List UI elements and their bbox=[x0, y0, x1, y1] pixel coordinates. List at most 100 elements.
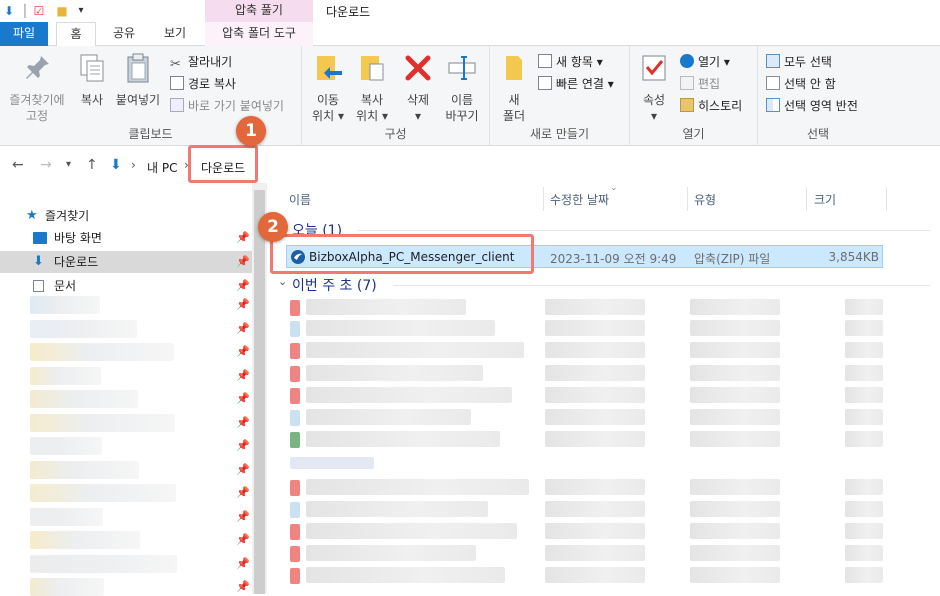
pin-icon[interactable]: 📌 bbox=[236, 463, 250, 476]
easy-access-icon bbox=[538, 76, 552, 90]
paste-button[interactable]: 붙여넣기 bbox=[114, 52, 162, 108]
redacted-nav-item[interactable] bbox=[30, 437, 102, 455]
pin-icon[interactable]: 📌 bbox=[236, 486, 250, 499]
nav-item-desktop[interactable]: 바탕 화면 📌 bbox=[0, 227, 252, 249]
pin-icon[interactable]: 📌 bbox=[236, 345, 250, 358]
pin-icon[interactable]: 📌 bbox=[236, 557, 250, 570]
open-button[interactable]: 열기 ▾ bbox=[680, 52, 730, 72]
paste-shortcut-button[interactable]: 바로 가기 붙여넣기 bbox=[170, 96, 284, 116]
column-header-name[interactable]: 이름 bbox=[289, 191, 311, 208]
redacted-nav-item[interactable] bbox=[30, 366, 101, 385]
separator-icon: │ bbox=[21, 4, 29, 18]
pin-to-quick-access-button[interactable]: 즐겨찾기에 고정 bbox=[6, 52, 68, 124]
paste-shortcut-label: 바로 가기 붙여넣기 bbox=[188, 99, 284, 113]
redacted-nav-item[interactable] bbox=[30, 343, 174, 361]
pin-icon[interactable]: 📌 bbox=[236, 298, 250, 311]
cut-button[interactable]: ✂ 잘라내기 bbox=[170, 52, 232, 72]
delete-dropdown-icon[interactable]: ▾ bbox=[400, 108, 436, 124]
column-header-modified[interactable]: 수정한 날짜 bbox=[550, 191, 609, 208]
redacted-cell bbox=[690, 567, 780, 583]
redacted-cell bbox=[845, 387, 883, 403]
pin-icon[interactable]: 📌 bbox=[236, 416, 250, 429]
redacted-nav-item[interactable] bbox=[30, 390, 138, 408]
redacted-cell bbox=[690, 365, 780, 381]
redacted-file-icon bbox=[290, 388, 300, 404]
redacted-cell bbox=[690, 501, 780, 517]
redacted-cell bbox=[545, 545, 645, 561]
redacted-nav-item[interactable] bbox=[30, 554, 177, 573]
redacted-nav-item[interactable] bbox=[30, 484, 176, 502]
copy-path-button[interactable]: 경로 복사 bbox=[170, 74, 236, 94]
pin-icon[interactable]: 📌 bbox=[236, 275, 250, 297]
folder-icon[interactable]: ■ bbox=[55, 4, 69, 18]
pin-icon[interactable]: 📌 bbox=[236, 251, 250, 273]
redacted-cell bbox=[306, 545, 476, 561]
group-header-this-week[interactable]: 이번 주 초 (7) bbox=[292, 275, 377, 295]
forward-arrow-icon[interactable]: → bbox=[40, 157, 52, 173]
copy-label: 복사 bbox=[80, 93, 104, 107]
pin-icon[interactable]: 📌 bbox=[236, 533, 250, 546]
tab-file[interactable]: 파일 bbox=[0, 22, 48, 46]
redacted-cell bbox=[545, 365, 645, 381]
redacted-nav-item[interactable] bbox=[30, 413, 175, 432]
tab-compressed-folder-tools[interactable]: 압축 폴더 도구 bbox=[205, 22, 313, 46]
history-button[interactable]: 히스토리 bbox=[680, 96, 742, 116]
nav-quick-access[interactable]: ★ 즐겨찾기 bbox=[0, 205, 252, 227]
delete-button[interactable]: 삭제 ▾ bbox=[400, 52, 436, 124]
tab-view[interactable]: 보기 bbox=[155, 22, 195, 46]
redacted-nav-item[interactable] bbox=[30, 531, 140, 549]
invert-selection-icon bbox=[766, 98, 780, 112]
redacted-cell bbox=[690, 409, 780, 425]
nav-item-documents[interactable]: 문서 📌 bbox=[0, 275, 252, 297]
properties-dropdown-icon[interactable]: ▾ bbox=[636, 108, 672, 124]
pin-icon[interactable]: 📌 bbox=[236, 369, 250, 382]
up-arrow-icon[interactable]: ↑ bbox=[86, 157, 98, 173]
redacted-nav-item[interactable] bbox=[30, 460, 139, 479]
copy-button[interactable]: 복사 bbox=[72, 52, 112, 108]
clipboard-paste-icon bbox=[127, 53, 149, 83]
checkbox-properties-icon[interactable]: ☑ bbox=[32, 4, 46, 18]
pin-icon[interactable]: 📌 bbox=[236, 227, 250, 249]
invert-selection-button[interactable]: 선택 영역 반전 bbox=[766, 96, 858, 116]
select-none-button[interactable]: 선택 안 함 bbox=[766, 74, 836, 94]
redacted-nav-item[interactable] bbox=[30, 296, 100, 314]
nav-scrollbar-thumb[interactable] bbox=[254, 190, 265, 594]
copy-to-button[interactable]: 복사 위치 ▾ bbox=[352, 52, 392, 124]
redacted-cell bbox=[690, 320, 780, 336]
customize-dropdown-icon[interactable]: ▾ bbox=[74, 4, 88, 18]
move-to-button[interactable]: 이동 위치 ▾ bbox=[308, 52, 348, 124]
nav-item-downloads[interactable]: ⬇ 다운로드 📌 bbox=[0, 251, 252, 273]
history-icon bbox=[680, 98, 694, 112]
edit-button[interactable]: 편집 bbox=[680, 74, 720, 94]
tab-share[interactable]: 공유 bbox=[104, 22, 144, 46]
pin-icon[interactable]: 📌 bbox=[236, 580, 250, 593]
redacted-nav-item[interactable] bbox=[30, 507, 103, 526]
properties-button[interactable]: 속성 ▾ bbox=[636, 52, 672, 124]
column-divider[interactable] bbox=[687, 187, 688, 211]
easy-access-button[interactable]: 빠른 연결 ▾ bbox=[538, 74, 614, 94]
redacted-cell bbox=[690, 387, 780, 403]
breadcrumb-separator-icon[interactable]: › bbox=[131, 158, 136, 172]
pin-icon[interactable]: 📌 bbox=[236, 510, 250, 523]
download-arrow-icon[interactable]: ⬇ bbox=[2, 4, 16, 18]
pin-icon[interactable]: 📌 bbox=[236, 392, 250, 405]
new-folder-button[interactable]: 새 폴더 bbox=[496, 52, 532, 124]
pin-icon[interactable]: 📌 bbox=[236, 322, 250, 335]
copy-path-icon bbox=[170, 76, 184, 90]
redacted-nav-item[interactable] bbox=[30, 578, 104, 596]
group-collapse-chevron-icon[interactable]: ⌄ bbox=[278, 275, 287, 288]
column-divider[interactable] bbox=[886, 187, 887, 211]
column-divider[interactable] bbox=[543, 187, 544, 211]
select-all-button[interactable]: 모두 선택 bbox=[766, 52, 832, 72]
column-header-size[interactable]: 크기 bbox=[814, 191, 836, 208]
recent-locations-chevron-icon[interactable]: ▾ bbox=[66, 159, 71, 170]
back-arrow-icon[interactable]: ← bbox=[12, 157, 24, 173]
redacted-nav-item[interactable] bbox=[30, 319, 137, 338]
column-header-type[interactable]: 유형 bbox=[694, 191, 716, 208]
column-divider[interactable] bbox=[806, 187, 807, 211]
new-item-button[interactable]: 새 항목 ▾ bbox=[538, 52, 603, 72]
tab-home[interactable]: 홈 bbox=[56, 22, 96, 47]
breadcrumb-this-pc[interactable]: 내 PC bbox=[147, 159, 177, 176]
pin-icon[interactable]: 📌 bbox=[236, 439, 250, 452]
rename-button[interactable]: 이름 바꾸기 bbox=[442, 52, 482, 124]
